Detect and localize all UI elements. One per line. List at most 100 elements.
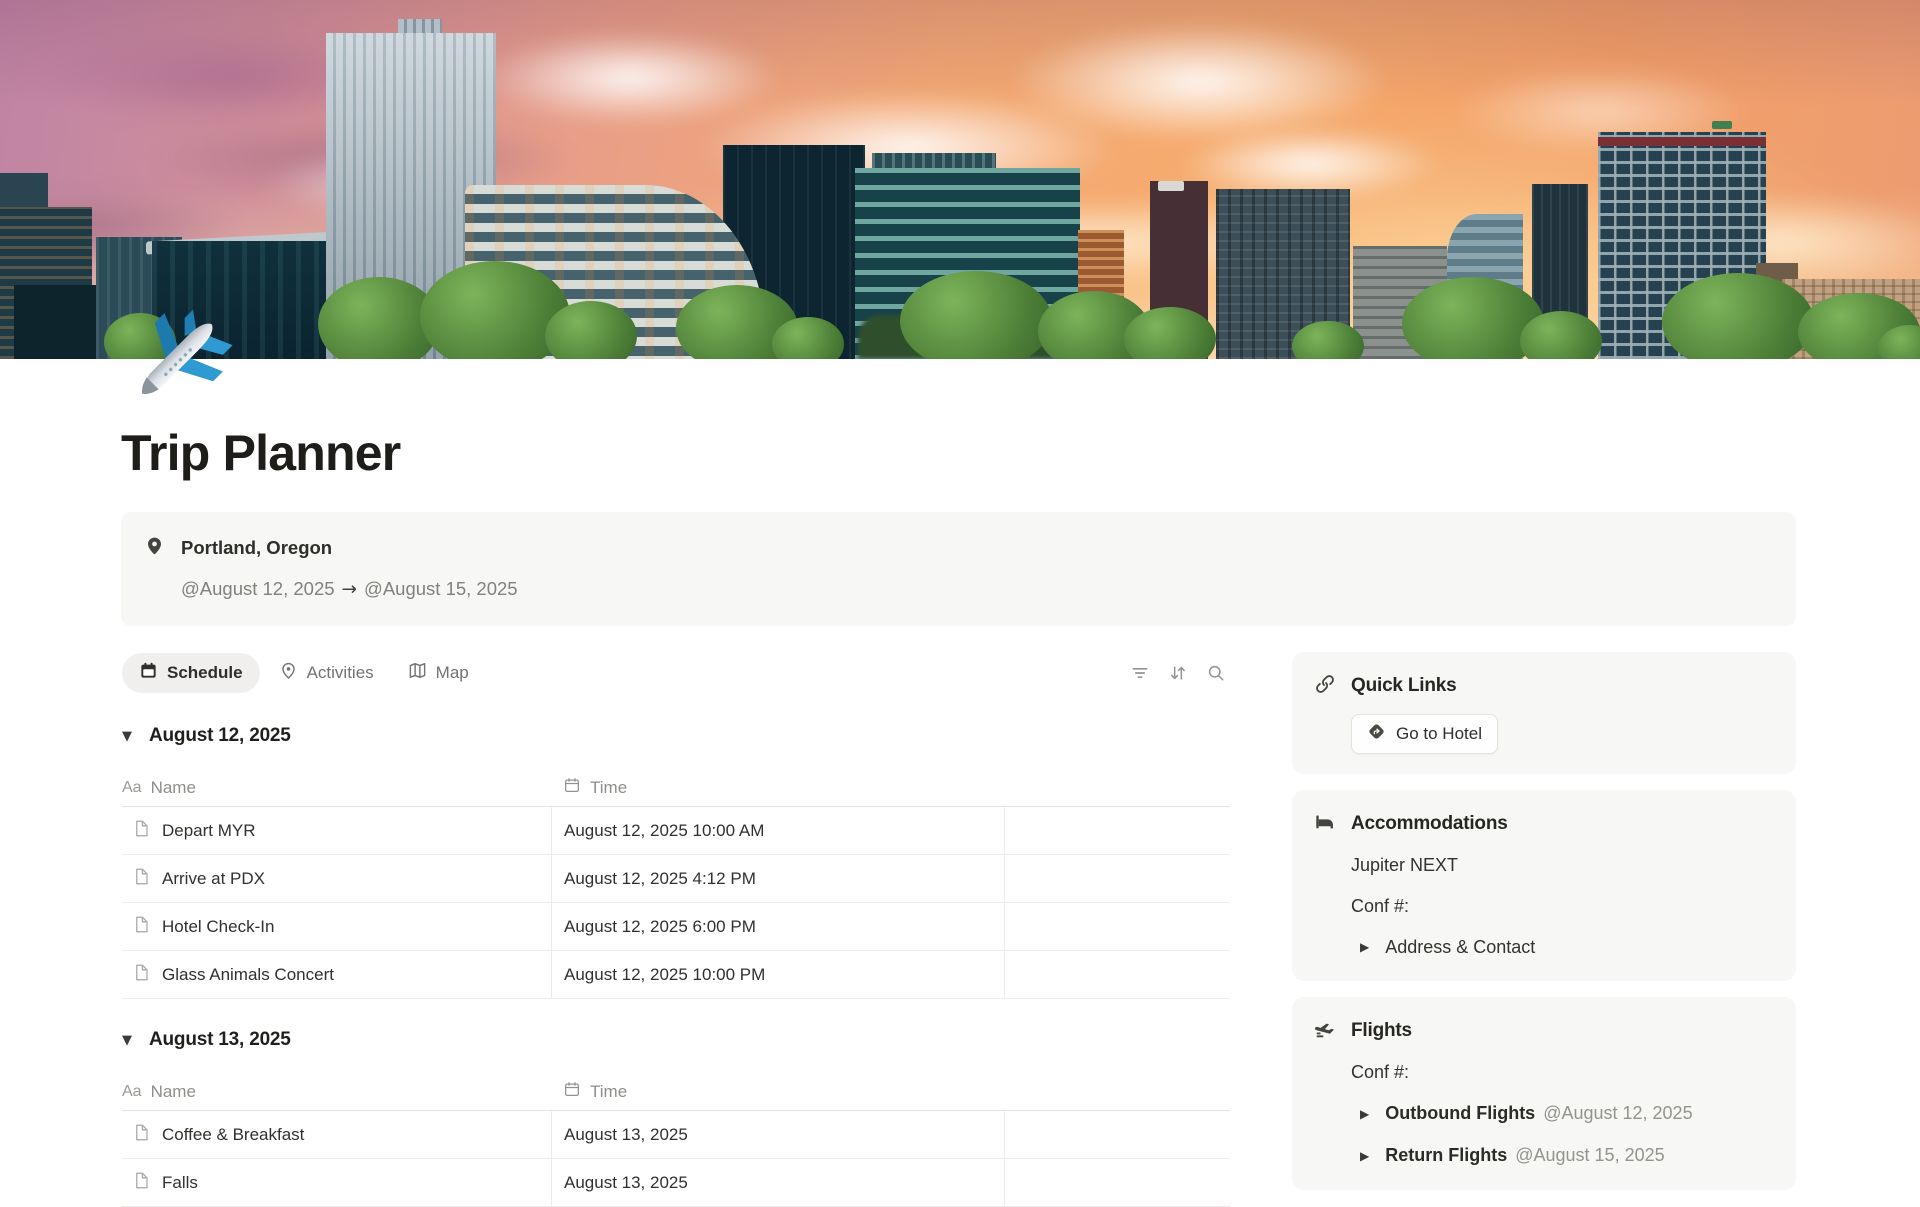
sort-icon[interactable] [1168, 663, 1188, 683]
cover-image [0, 0, 1920, 359]
bed-icon [1314, 811, 1336, 838]
triangle-right-icon: ▶ [1360, 1101, 1369, 1128]
row-title: Glass Animals Concert [162, 965, 334, 985]
tab-activities[interactable]: Activities [264, 661, 389, 685]
cover-cloud [480, 32, 780, 124]
row-name-cell[interactable]: Glass Animals Concert [122, 951, 551, 999]
column-header-name[interactable]: Aa Name [122, 1073, 551, 1111]
schedule-database: Schedule Activities Map [122, 652, 1230, 1207]
trip-end-date[interactable]: @August 15, 2025 [364, 578, 518, 599]
text-property-icon: Aa [122, 779, 142, 797]
page-icon [132, 867, 151, 891]
row-title: Depart MYR [162, 821, 256, 841]
accommodations-card: Accommodations Jupiter NEXT Conf #: ▶ Ad… [1292, 790, 1796, 981]
calendar-icon [563, 776, 581, 799]
row-name-cell[interactable]: Hotel Check-In [122, 903, 551, 951]
page-icon [132, 1123, 151, 1147]
column-header-name[interactable]: Aa Name [122, 769, 551, 807]
row-time-cell[interactable]: August 12, 2025 4:12 PM [551, 855, 1004, 903]
hotel-name: Jupiter NEXT [1351, 852, 1772, 879]
page-icon [132, 963, 151, 987]
day-toggle[interactable]: ▼ August 13, 2025 [122, 1027, 1230, 1053]
map-icon [408, 661, 427, 685]
sidebar: Quick Links Go to Hotel Accommodations [1292, 652, 1796, 1206]
cover-building-band [1598, 137, 1766, 146]
outbound-flights-label: Outbound Flights [1385, 1103, 1535, 1123]
page-icon [132, 1171, 151, 1195]
tab-schedule[interactable]: Schedule [122, 653, 260, 693]
tab-activities-label: Activities [307, 663, 374, 683]
row-extra-cell[interactable] [1004, 951, 1230, 999]
schedule-table: Aa Name Time Depart MYR August 12, 2025 … [122, 769, 1230, 999]
row-extra-cell[interactable] [1004, 807, 1230, 855]
row-time-cell[interactable]: August 12, 2025 10:00 AM [551, 807, 1004, 855]
trip-start-date[interactable]: @August 12, 2025 [181, 578, 335, 599]
row-extra-cell[interactable] [1004, 855, 1230, 903]
return-flights-toggle[interactable]: ▶ Return Flights @August 15, 2025 [1351, 1142, 1772, 1170]
row-extra-cell[interactable] [1004, 903, 1230, 951]
row-name-cell[interactable]: Depart MYR [122, 807, 551, 855]
confirmation-label[interactable]: Conf #: [1351, 893, 1772, 920]
airplane-takeoff-icon [1314, 1018, 1336, 1045]
day-toggle[interactable]: ▼ August 12, 2025 [122, 723, 1230, 749]
return-flights-date[interactable]: @August 15, 2025 [1515, 1145, 1664, 1165]
day-group-august-13: ▼ August 13, 2025 Aa Name Time Coffee & … [122, 1027, 1230, 1207]
quick-links-title: Quick Links [1351, 675, 1457, 697]
row-extra-cell[interactable] [1004, 1111, 1230, 1159]
page-icon [132, 819, 151, 843]
row-title: Falls [162, 1173, 198, 1193]
cover-building-sign [1712, 121, 1732, 129]
cover-building-sign [1158, 181, 1184, 191]
column-header-time[interactable]: Time [551, 769, 1004, 807]
quick-links-card: Quick Links Go to Hotel [1292, 652, 1796, 774]
row-time-cell[interactable]: August 12, 2025 10:00 PM [551, 951, 1004, 999]
address-contact-label: Address & Contact [1385, 934, 1535, 961]
calendar-icon [139, 661, 158, 685]
row-time-cell[interactable]: August 13, 2025 [551, 1159, 1004, 1207]
accommodations-title: Accommodations [1351, 813, 1508, 835]
row-time-cell[interactable]: August 13, 2025 [551, 1111, 1004, 1159]
row-name-cell[interactable]: Falls [122, 1159, 551, 1207]
row-name-cell[interactable]: Arrive at PDX [122, 855, 551, 903]
return-flights-label: Return Flights [1385, 1145, 1507, 1165]
triangle-down-icon: ▼ [122, 1033, 136, 1048]
row-extra-cell[interactable] [1004, 1159, 1230, 1207]
trip-dates: @August 12, 2025 → @August 15, 2025 [181, 578, 518, 600]
cover-cloud [1010, 22, 1390, 142]
outbound-flights-toggle[interactable]: ▶ Outbound Flights @August 12, 2025 [1351, 1100, 1772, 1128]
link-icon [1314, 673, 1336, 700]
text-property-icon: Aa [122, 1083, 142, 1101]
triangle-right-icon: ▶ [1360, 934, 1369, 961]
column-header-name-label: Name [151, 778, 196, 798]
row-title: Coffee & Breakfast [162, 1125, 304, 1145]
confirmation-label[interactable]: Conf #: [1351, 1059, 1772, 1086]
map-pin-icon [279, 661, 298, 685]
tab-schedule-label: Schedule [167, 663, 243, 683]
cover-building [14, 285, 102, 359]
go-to-hotel-button[interactable]: Go to Hotel [1351, 714, 1498, 754]
page-title[interactable]: Trip Planner [121, 424, 400, 482]
search-icon[interactable] [1206, 663, 1226, 683]
row-time-cell[interactable]: August 12, 2025 6:00 PM [551, 903, 1004, 951]
page-icon-airplane[interactable] [118, 300, 236, 418]
go-to-hotel-label: Go to Hotel [1396, 724, 1482, 744]
address-contact-toggle[interactable]: ▶ Address & Contact [1351, 934, 1772, 961]
outbound-flights-date[interactable]: @August 12, 2025 [1543, 1103, 1692, 1123]
column-header-extra[interactable] [1004, 769, 1230, 807]
schedule-table: Aa Name Time Coffee & Breakfast August 1… [122, 1073, 1230, 1207]
calendar-icon [563, 1080, 581, 1103]
triangle-right-icon: ▶ [1360, 1143, 1369, 1170]
tab-map-label: Map [436, 663, 469, 683]
tab-map[interactable]: Map [393, 661, 484, 685]
view-tabs: Schedule Activities Map [122, 652, 1230, 694]
filter-icon[interactable] [1130, 663, 1150, 683]
flights-title: Flights [1351, 1020, 1412, 1042]
triangle-down-icon: ▼ [122, 729, 136, 744]
date-range-arrow: → [342, 579, 358, 600]
row-title: Hotel Check-In [162, 917, 274, 937]
row-name-cell[interactable]: Coffee & Breakfast [122, 1111, 551, 1159]
navigation-icon [1367, 722, 1386, 746]
column-header-extra[interactable] [1004, 1073, 1230, 1111]
column-header-time[interactable]: Time [551, 1073, 1004, 1111]
column-header-time-label: Time [590, 778, 627, 798]
